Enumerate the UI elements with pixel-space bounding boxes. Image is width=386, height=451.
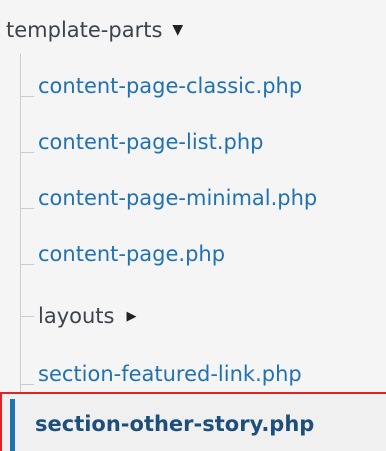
file-link[interactable]: content-page-list.php [38,130,264,154]
tree-branch [20,208,34,209]
caret-right-icon: ▶ [126,308,137,324]
file-link[interactable]: content-page-classic.php [38,74,302,98]
folder-layouts[interactable]: layouts ▶ [20,296,136,336]
file-link[interactable]: content-page-minimal.php [38,186,317,210]
tree-branch [20,384,34,385]
theme-file-tree: template-parts ▼ content-page-classic.ph… [0,0,386,451]
folder-template-parts[interactable]: template-parts ▼ [6,10,183,50]
folder-label: template-parts [6,18,163,42]
subfolder-label: layouts [38,304,115,328]
tree-branch [20,315,34,317]
caret-down-icon: ▼ [172,22,184,38]
file-link[interactable]: content-page.php [38,242,225,266]
file-link[interactable]: section-featured-link.php [38,362,302,386]
file-item[interactable]: content-page-list.php [20,122,264,162]
active-file-label[interactable]: section-other-story.php [35,412,314,436]
file-item[interactable]: content-page-minimal.php [20,178,317,218]
active-indicator [10,399,15,451]
file-item[interactable]: content-page-classic.php [20,66,302,106]
tree-branch [20,152,34,153]
file-item[interactable]: content-page.php [20,234,225,274]
file-item[interactable]: section-featured-link.php [20,354,302,394]
tree-branch [20,264,34,265]
tree-branch [20,96,34,97]
